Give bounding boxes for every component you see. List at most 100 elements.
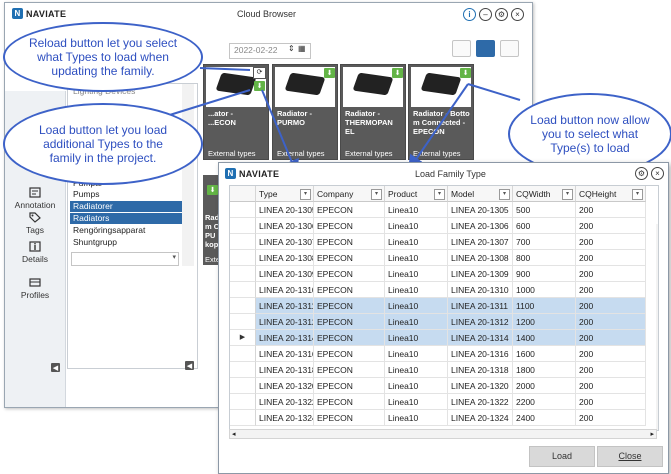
table-cell: 200 xyxy=(576,330,646,346)
table-row[interactable]: LINEA 20-1310 EPECON Linea10 LINEA 20-1310 1… xyxy=(230,282,658,298)
row-header[interactable] xyxy=(230,202,256,218)
table-cell: EPECON xyxy=(314,346,385,362)
naviate-logo-icon: N xyxy=(225,168,236,179)
table-cell: 900 xyxy=(513,266,576,282)
filter-dropdown-icon[interactable]: ▾ xyxy=(499,189,510,200)
row-header[interactable]: ▶ xyxy=(230,330,256,346)
row-header[interactable] xyxy=(230,346,256,362)
row-header[interactable] xyxy=(230,362,256,378)
table-cell: LINEA 20-1324 xyxy=(448,410,513,426)
column-header[interactable]: Model ▾ xyxy=(448,186,513,202)
row-header[interactable] xyxy=(230,250,256,266)
table-cell: LINEA 20-1305 xyxy=(448,202,513,218)
load-button[interactable]: Load xyxy=(529,446,595,467)
table-cell: 700 xyxy=(513,234,576,250)
scroll-left-icon[interactable]: ◂ xyxy=(232,430,236,438)
table-cell: LINEA 20-1322 xyxy=(448,394,513,410)
row-header[interactable] xyxy=(230,282,256,298)
table-cell: LINEA 20-1309 xyxy=(256,266,314,282)
filter-dropdown-icon[interactable]: ▾ xyxy=(632,189,643,200)
row-header[interactable] xyxy=(230,394,256,410)
table-cell: 200 xyxy=(576,314,646,330)
table-cell: 200 xyxy=(576,218,646,234)
table-cell: 200 xyxy=(576,202,646,218)
table-cell: 200 xyxy=(576,394,646,410)
table-cell: Linea10 xyxy=(385,362,448,378)
naviate-logo: N NAVIATE xyxy=(225,168,279,179)
filter-dropdown-icon[interactable]: ▾ xyxy=(434,189,445,200)
table-row[interactable]: LINEA 20-1316 EPECON Linea10 LINEA 20-1316 1… xyxy=(230,346,658,362)
table-cell: 500 xyxy=(513,202,576,218)
table-cell: Linea10 xyxy=(385,266,448,282)
table-cell: Linea10 xyxy=(385,202,448,218)
load-now-callout-arrow xyxy=(467,83,521,101)
table-row[interactable]: LINEA 20-1320 EPECON Linea10 LINEA 20-1320 2… xyxy=(230,378,658,394)
table-row[interactable]: LINEA 20-1324 EPECON Linea10 LINEA 20-1324 2… xyxy=(230,410,658,426)
table-row[interactable]: LINEA 20-1311 EPECON Linea10 LINEA 20-1311 1… xyxy=(230,298,658,314)
close-button[interactable]: Close xyxy=(597,446,663,467)
table-cell: LINEA 20-1318 xyxy=(448,362,513,378)
row-header[interactable] xyxy=(230,378,256,394)
table-cell: 600 xyxy=(513,218,576,234)
table-cell: LINEA 20-1324 xyxy=(256,410,314,426)
table-cell: 1200 xyxy=(513,314,576,330)
table-cell: LINEA 20-1316 xyxy=(256,346,314,362)
table-cell: 1000 xyxy=(513,282,576,298)
row-header[interactable] xyxy=(230,234,256,250)
table-cell: LINEA 20-1314 xyxy=(448,330,513,346)
table-row[interactable]: ▶ LINEA 20-1314 EPECON Linea10 LINEA 20-1314… xyxy=(230,330,658,346)
table-row[interactable]: LINEA 20-1305 EPECON Linea10 LINEA 20-1305 5… xyxy=(230,202,658,218)
grid-horizontal-scrollbar[interactable]: ◂ ▸ xyxy=(229,429,657,439)
table-row[interactable]: LINEA 20-1307 EPECON Linea10 LINEA 20-1307 7… xyxy=(230,234,658,250)
row-header[interactable] xyxy=(230,314,256,330)
filter-dropdown-icon[interactable]: ▾ xyxy=(300,189,311,200)
table-cell: EPECON xyxy=(314,202,385,218)
table-cell: EPECON xyxy=(314,282,385,298)
table-cell: Linea10 xyxy=(385,314,448,330)
table-row[interactable]: LINEA 20-1318 EPECON Linea10 LINEA 20-1318 1… xyxy=(230,362,658,378)
table-cell: Linea10 xyxy=(385,394,448,410)
brand-label: NAVIATE xyxy=(239,168,280,179)
table-cell: EPECON xyxy=(314,218,385,234)
table-cell: EPECON xyxy=(314,314,385,330)
table-row[interactable]: LINEA 20-1322 EPECON Linea10 LINEA 20-1322 2… xyxy=(230,394,658,410)
table-row[interactable]: LINEA 20-1309 EPECON Linea10 LINEA 20-1309 9… xyxy=(230,266,658,282)
scroll-right-icon[interactable]: ▸ xyxy=(650,430,654,438)
table-cell: LINEA 20-1314 xyxy=(256,330,314,346)
column-header[interactable]: Type ▾ xyxy=(256,186,314,202)
settings-icon[interactable]: ⚙ xyxy=(635,167,648,180)
table-row[interactable]: LINEA 20-1312 EPECON Linea10 LINEA 20-1312 1… xyxy=(230,314,658,330)
table-row[interactable]: LINEA 20-1306 EPECON Linea10 LINEA 20-1306 6… xyxy=(230,218,658,234)
table-cell: 200 xyxy=(576,234,646,250)
table-cell: 2000 xyxy=(513,378,576,394)
table-cell: LINEA 20-1322 xyxy=(256,394,314,410)
table-cell: 2200 xyxy=(513,394,576,410)
filter-dropdown-icon[interactable]: ▾ xyxy=(371,189,382,200)
table-cell: LINEA 20-1310 xyxy=(448,282,513,298)
table-row[interactable]: LINEA 20-1308 EPECON Linea10 LINEA 20-1308 8… xyxy=(230,250,658,266)
table-cell: EPECON xyxy=(314,298,385,314)
column-header[interactable]: Product ▾ xyxy=(385,186,448,202)
table-cell: LINEA 20-1312 xyxy=(448,314,513,330)
column-header[interactable]: CQHeight ▾ xyxy=(576,186,646,202)
table-cell: Linea10 xyxy=(385,250,448,266)
table-cell: Linea10 xyxy=(385,282,448,298)
table-cell: LINEA 20-1307 xyxy=(448,234,513,250)
column-header[interactable]: Company ▾ xyxy=(314,186,385,202)
table-cell: Linea10 xyxy=(385,218,448,234)
row-header[interactable] xyxy=(230,410,256,426)
table-cell: Linea10 xyxy=(385,330,448,346)
row-header[interactable] xyxy=(230,218,256,234)
load-callout: Load button let you load additional Type… xyxy=(3,103,203,185)
row-header[interactable] xyxy=(230,266,256,282)
table-cell: 200 xyxy=(576,378,646,394)
column-header-label: CQHeight xyxy=(579,189,617,199)
table-cell: 1100 xyxy=(513,298,576,314)
table-cell: EPECON xyxy=(314,410,385,426)
load-callout-arrow xyxy=(159,89,251,119)
filter-dropdown-icon[interactable]: ▾ xyxy=(562,189,573,200)
row-header[interactable] xyxy=(230,298,256,314)
grid-vertical-scrollbar[interactable] xyxy=(656,224,658,430)
column-header[interactable]: CQWidth ▾ xyxy=(513,186,576,202)
close-icon[interactable]: × xyxy=(651,167,664,180)
